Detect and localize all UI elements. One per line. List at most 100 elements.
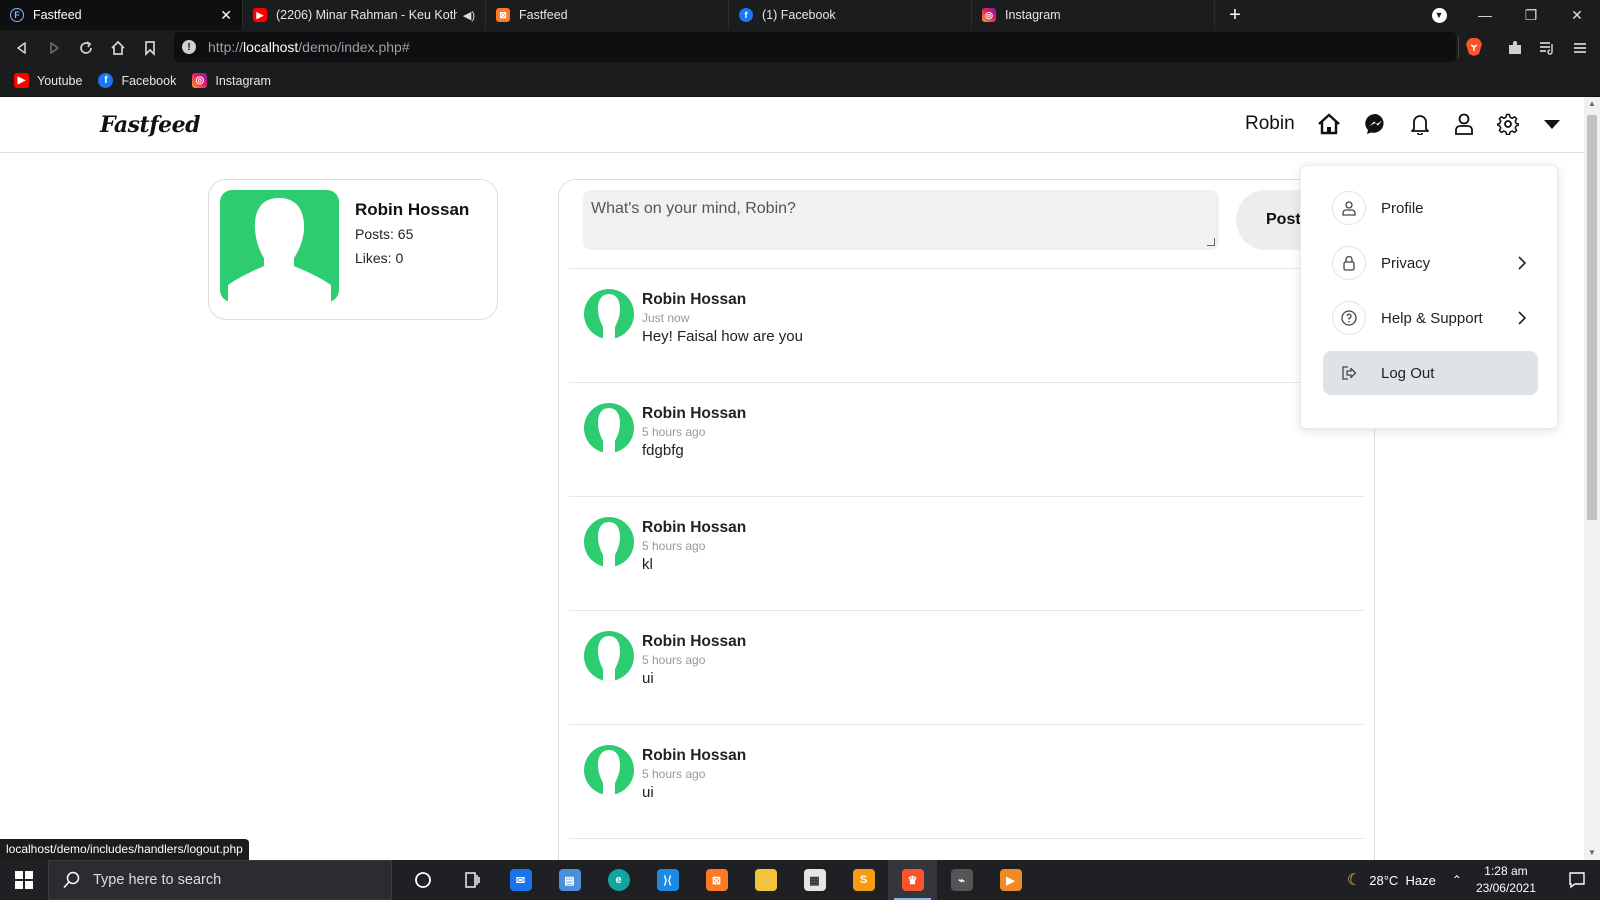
tab-youtube[interactable]: ▶ (2206) Minar Rahman - Keu Kotha ◀) (243, 0, 486, 30)
post-avatar[interactable] (584, 403, 634, 453)
notifications-nav-button[interactable] (1406, 110, 1434, 138)
profile-name[interactable]: Robin Hossan (355, 200, 469, 220)
scrollbar-thumb[interactable] (1587, 115, 1597, 520)
folder-icon (754, 869, 777, 891)
bookmark-youtube[interactable]: ▶ Youtube (14, 73, 82, 88)
caret-down-icon (1544, 120, 1560, 129)
page-scrollbar[interactable]: ▲ ▼ (1584, 97, 1600, 860)
cortana-button[interactable] (398, 860, 447, 900)
brave-shields-button[interactable] (1458, 36, 1488, 58)
post-author[interactable]: Robin Hossan (642, 405, 746, 423)
menu-item-privacy[interactable]: Privacy (1323, 241, 1538, 285)
file-explorer-app[interactable] (741, 860, 790, 900)
post-composer-input[interactable]: What's on your mind, Robin? (583, 190, 1219, 250)
menu-button[interactable] (1565, 30, 1595, 65)
speaker-icon[interactable]: ◀) (463, 9, 475, 22)
store-app[interactable]: ▦ (790, 860, 839, 900)
clock[interactable]: 1:28 am 23/06/2021 (1476, 863, 1536, 897)
post-avatar[interactable] (584, 631, 634, 681)
fastfeed-favicon: F (10, 8, 24, 22)
post-author[interactable]: Robin Hossan (642, 519, 746, 537)
chevron-up-icon[interactable]: ⌃ (1452, 873, 1462, 887)
sublime-app[interactable]: S (839, 860, 888, 900)
scroll-down-arrow[interactable]: ▼ (1584, 846, 1600, 860)
xampp-app[interactable]: ⊠ (692, 860, 741, 900)
feed-post: Robin Hossan 5 hours ago ui (569, 610, 1364, 726)
site-logo[interactable]: Fastfeed (100, 112, 201, 138)
tab-fastfeed-xampp[interactable]: ⊠ Fastfeed (486, 0, 729, 30)
post-author[interactable]: Robin Hossan (642, 291, 746, 309)
post-text: kl (642, 556, 653, 573)
dropdown-toggle-button[interactable] (1538, 110, 1566, 138)
close-window-button[interactable]: ✕ (1554, 0, 1600, 30)
feed-post: Robin Hossan 5 hours ago fdgbfg (569, 382, 1364, 498)
minimize-button[interactable]: — (1462, 0, 1508, 30)
window-controls: ▼ — ❐ ✕ (1416, 0, 1600, 30)
tab-fastfeed-active[interactable]: F Fastfeed ✕ (0, 0, 243, 30)
lock-icon (1332, 246, 1366, 280)
bookmark-instagram[interactable]: ◎ Instagram (192, 73, 271, 88)
mail-app[interactable]: ✉ (496, 860, 545, 900)
back-button[interactable] (6, 32, 38, 64)
menu-item-help-support[interactable]: Help & Support (1323, 296, 1538, 340)
menu-item-profile[interactable]: Profile (1323, 186, 1538, 230)
resize-grip-icon[interactable] (1207, 238, 1215, 246)
scroll-up-arrow[interactable]: ▲ (1584, 97, 1600, 111)
link-status-bubble: localhost/demo/includes/handlers/logout.… (0, 839, 249, 860)
menu-item-log-out[interactable]: Log Out (1323, 351, 1538, 395)
reload-button[interactable] (70, 32, 102, 64)
gear-icon (1497, 113, 1519, 135)
puzzle-icon (1509, 40, 1521, 54)
site-info-icon[interactable]: ! (182, 40, 196, 54)
avatar-silhouette-icon (598, 294, 620, 339)
new-tab-button[interactable]: + (1215, 0, 1255, 30)
home-button[interactable] (102, 32, 134, 64)
brave-app[interactable]: ♛ (888, 860, 937, 900)
weather-moon-icon[interactable]: ☾ (1347, 870, 1361, 890)
post-author[interactable]: Robin Hossan (642, 633, 746, 651)
post-text: Hey! Faisal how are you (642, 328, 803, 345)
clock-time: 1:28 am (1484, 864, 1528, 878)
restore-button[interactable]: ❐ (1508, 0, 1554, 30)
forward-icon (50, 41, 59, 54)
media-controls-button[interactable] (1532, 30, 1562, 65)
edge-app[interactable]: e (594, 860, 643, 900)
tab-search-icon[interactable]: ▼ (1416, 0, 1462, 30)
tab-instagram[interactable]: ◎ Instagram (972, 0, 1215, 30)
settings-nav-button[interactable] (1494, 110, 1522, 138)
start-button[interactable] (0, 860, 48, 900)
nav-username[interactable]: Robin (1245, 113, 1295, 135)
tab-close-icon[interactable]: ✕ (220, 7, 232, 24)
bookmark-button[interactable] (134, 32, 166, 64)
post-avatar[interactable] (584, 517, 634, 567)
post-avatar[interactable] (584, 745, 634, 795)
search-icon (63, 871, 80, 889)
app-launcher[interactable]: ▤ (545, 860, 594, 900)
task-view-button[interactable] (447, 860, 496, 900)
extensions-button[interactable] (1500, 30, 1530, 65)
taskbar-search-box[interactable]: Type here to search (48, 860, 392, 900)
home-nav-button[interactable] (1315, 110, 1343, 138)
menu-item-label: Log Out (1381, 364, 1435, 382)
bookmark-facebook[interactable]: f Facebook (98, 73, 176, 88)
weather-text[interactable]: 28°C Haze (1369, 873, 1436, 888)
app-icon: ▤ (558, 869, 581, 891)
media-player-app[interactable]: ▶ (986, 860, 1035, 900)
profile-nav-button[interactable] (1450, 110, 1478, 138)
bookmark-icon (145, 40, 155, 56)
feed-post-divider (569, 838, 1364, 860)
forward-button[interactable] (38, 32, 70, 64)
notification-center-icon[interactable] (1554, 871, 1600, 889)
address-bar[interactable]: ! http://localhost/demo/index.php# (174, 32, 1456, 62)
satellite-app[interactable]: ⌁ (937, 860, 986, 900)
vscode-app[interactable]: ⟩⟨ (643, 860, 692, 900)
messenger-nav-button[interactable] (1362, 110, 1390, 138)
post-author[interactable]: Robin Hossan (642, 747, 746, 765)
chevron-right-icon (1518, 256, 1526, 270)
post-avatar[interactable] (584, 289, 634, 339)
tab-facebook[interactable]: f (1) Facebook (729, 0, 972, 30)
bookmark-label: Youtube (37, 73, 83, 88)
profile-avatar[interactable] (220, 190, 339, 302)
tab-title: Instagram (1005, 8, 1061, 22)
reload-icon (80, 40, 92, 54)
